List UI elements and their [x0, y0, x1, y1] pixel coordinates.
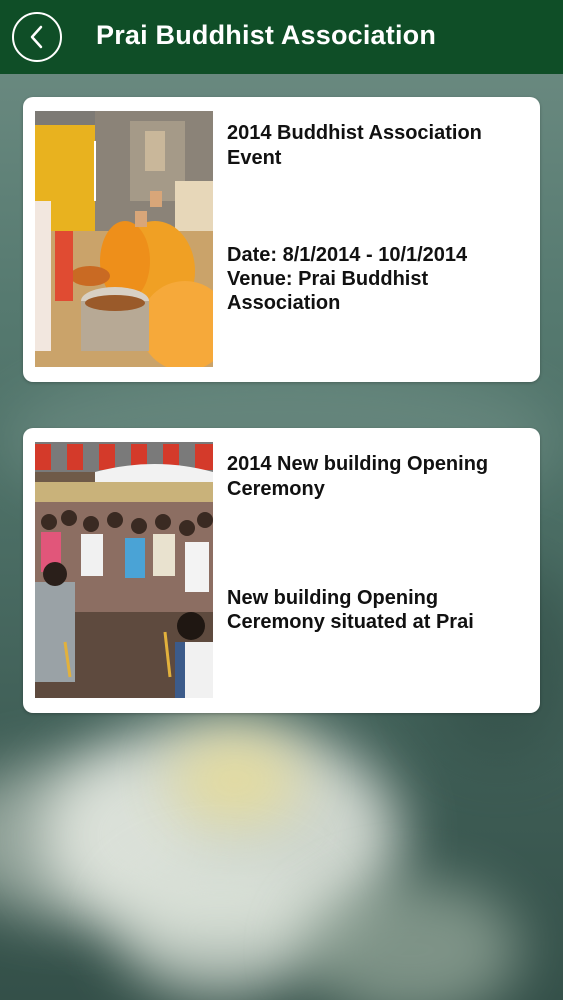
chevron-left-icon [30, 25, 43, 49]
event-date: Date: 8/1/2014 - 10/1/2014 [227, 244, 468, 266]
event-card-new-building[interactable]: 2014 New building Opening Ceremony New b… [23, 428, 540, 713]
app-header: Prai Buddhist Association [0, 0, 563, 74]
event-description: New building Opening Ceremony situated a… [227, 587, 474, 633]
event-venue: Venue: Prai Buddhist Association [227, 268, 429, 314]
event-title: 2014 New building Opening Ceremony [227, 453, 489, 500]
back-button[interactable] [12, 12, 62, 62]
event-details: Date: 8/1/2014 - 10/1/2014 Venue: Prai B… [227, 243, 532, 315]
monks-ceremony-photo [35, 111, 213, 367]
crowd-ceremony-photo [35, 442, 213, 698]
event-title: 2014 Buddhist Association Event [227, 122, 482, 169]
event-card-buddhist-association[interactable]: 2014 Buddhist Association Event Date: 8/… [23, 97, 540, 382]
page-title: Prai Buddhist Association [96, 20, 437, 50]
